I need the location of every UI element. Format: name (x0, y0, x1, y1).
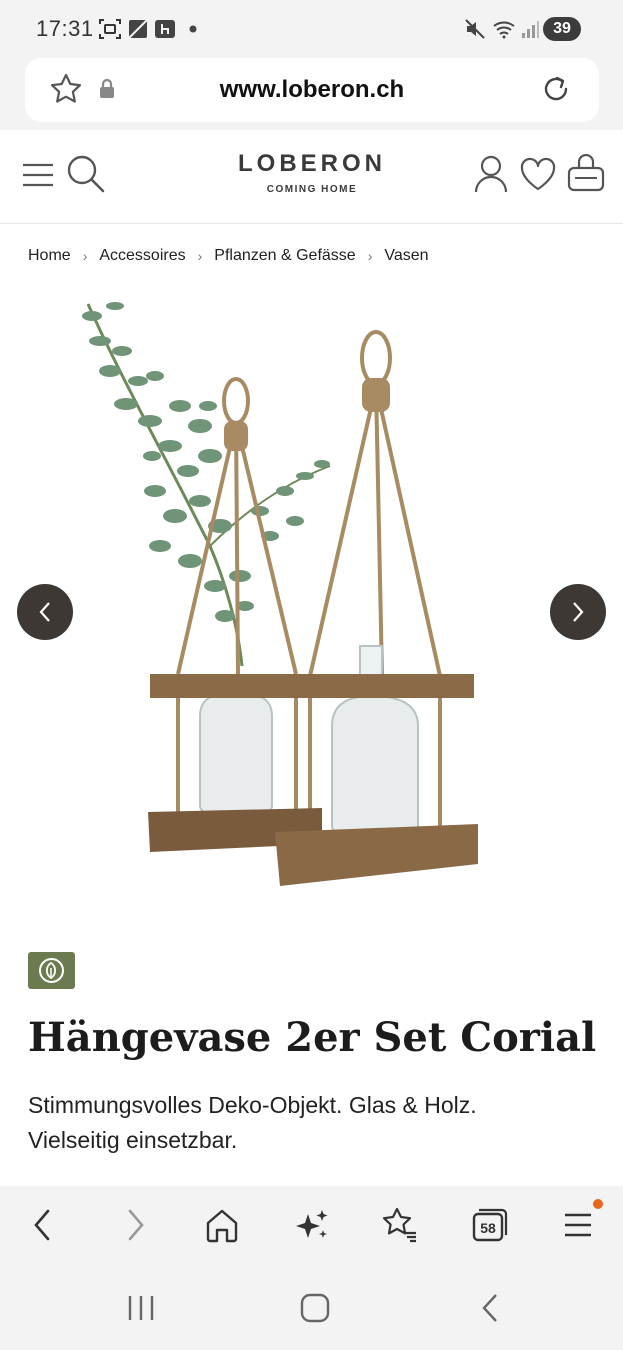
product-title: Hängevase 2er Set Corial (28, 1014, 597, 1061)
address-bar[interactable]: www.loberon.ch (25, 58, 599, 122)
wood-top-right (274, 674, 474, 698)
signal-icon (522, 21, 539, 38)
chevron-right-icon: › (197, 248, 203, 264)
product-image[interactable] (60, 296, 560, 916)
breadcrumb-accessoires[interactable]: Accessoires (99, 247, 185, 265)
account-icon[interactable] (474, 154, 508, 194)
chevron-right-icon: › (367, 248, 373, 264)
tab-count: 58 (480, 1220, 496, 1236)
logo-text: LOBERON (238, 150, 386, 177)
more-notifications-dot-icon (189, 25, 197, 33)
mute-icon (465, 19, 485, 39)
menu-icon[interactable] (22, 162, 54, 188)
back-icon[interactable] (28, 1206, 58, 1244)
glass-vase-left (199, 692, 273, 818)
system-home-icon[interactable] (299, 1292, 331, 1324)
browser-menu-icon[interactable] (562, 1206, 594, 1244)
forward-icon[interactable] (120, 1206, 150, 1244)
glass-vase-right (331, 694, 419, 840)
product-description: Stimmungsvolles Deko-Objekt. Glas & Holz… (28, 1092, 477, 1153)
wood-base-right (275, 824, 478, 886)
rope-knot (362, 378, 390, 412)
system-back-icon[interactable] (478, 1292, 502, 1324)
battery-indicator: 39 (543, 17, 581, 41)
search-icon[interactable] (66, 154, 106, 194)
rope-knot (224, 421, 248, 451)
system-navigation-bar (0, 1266, 623, 1350)
carousel-next-button[interactable] (550, 584, 606, 640)
status-time: 17:31 (36, 16, 94, 41)
chevron-right-icon: › (82, 248, 88, 264)
breadcrumb-home[interactable]: Home (28, 247, 71, 265)
breadcrumb-vasen[interactable]: Vasen (384, 247, 428, 265)
bookmarks-icon[interactable] (380, 1206, 418, 1244)
app-notification-icon (128, 19, 148, 39)
ai-sparkle-icon[interactable] (294, 1206, 330, 1244)
breadcrumb: Home › Accessoires › Pflanzen & Gefässe … (28, 244, 429, 268)
wishlist-heart-icon[interactable] (519, 156, 557, 192)
tabs-icon[interactable]: 58 (470, 1206, 508, 1244)
reload-icon[interactable] (539, 72, 573, 106)
home-icon[interactable] (204, 1206, 240, 1244)
chevron-right-icon (573, 602, 584, 622)
carousel-prev-button[interactable] (17, 584, 73, 640)
wifi-icon (493, 21, 515, 39)
url-text[interactable]: www.loberon.ch (25, 76, 599, 104)
breadcrumb-pflanzen[interactable]: Pflanzen & Gefässe (214, 247, 355, 265)
leaf-icon (39, 958, 64, 983)
recent-apps-icon[interactable] (126, 1294, 156, 1322)
sustainability-badge[interactable] (28, 952, 75, 989)
chevron-left-icon (39, 602, 50, 622)
notification-dot (593, 1199, 603, 1209)
site-header: LOBERON COMING HOME (0, 130, 623, 224)
app-notification-icon-2 (155, 20, 175, 38)
status-bar: 17:31 39 (0, 0, 623, 58)
site-logo[interactable]: LOBERON COMING HOME (200, 150, 424, 195)
browser-toolbar: www.loberon.ch (0, 58, 623, 130)
eucalyptus-branch (82, 302, 331, 667)
browser-bottom-bar: 58 (0, 1186, 623, 1266)
logo-tagline: COMING HOME (266, 184, 358, 195)
screenshot-icon (99, 19, 121, 39)
cart-basket-icon[interactable] (566, 154, 606, 194)
